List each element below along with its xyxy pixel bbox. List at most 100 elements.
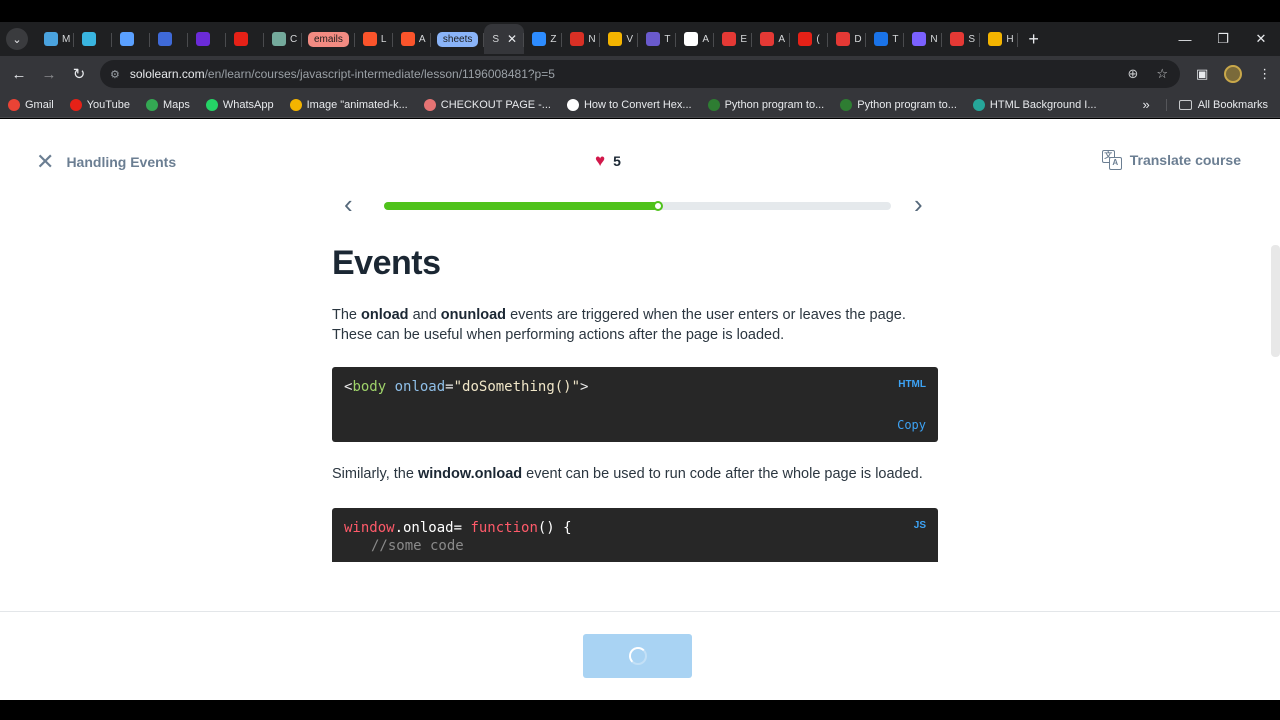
side-panel-icon[interactable]: ▣: [1196, 66, 1208, 82]
next-page-icon[interactable]: ›: [914, 191, 923, 217]
tab-strip: ⌄ M Cemails L Asheets S ✕ Z N V T A E A(D T N S H + — ❐ …: [0, 22, 1280, 56]
profile-avatar[interactable]: [1224, 65, 1243, 83]
copy-code-button[interactable]: Copy: [897, 418, 926, 432]
d-icon: [684, 32, 699, 46]
bookmark-label: How to Convert Hex...: [583, 98, 692, 111]
page-scrollbar[interactable]: [1271, 245, 1280, 357]
browser-tab[interactable]: D: [828, 24, 867, 54]
menu-icon[interactable]: ⋮: [1258, 66, 1271, 82]
previous-page-icon[interactable]: ‹: [344, 191, 353, 217]
bookmark-item[interactable]: Gmail: [8, 98, 54, 111]
lesson-section-title: Handling Events: [66, 154, 177, 170]
bookmark-item[interactable]: HTML Background I...: [972, 98, 1097, 111]
browser-tab[interactable]: S: [942, 24, 981, 54]
browser-tab[interactable]: V: [600, 24, 639, 54]
bookmark-item[interactable]: WhatsApp: [205, 98, 274, 111]
bookmark-favicon-icon: [707, 98, 720, 111]
opera-icon: [836, 32, 851, 46]
bookmark-item[interactable]: CHECKOUT PAGE -...: [423, 98, 551, 111]
tab-group-chip[interactable]: sheets: [436, 31, 479, 47]
bookmark-item[interactable]: YouTube: [69, 98, 130, 111]
back-icon[interactable]: ←: [4, 66, 34, 83]
all-bookmarks-button[interactable]: All Bookmarks: [1165, 98, 1268, 111]
bookmark-favicon-icon: [840, 98, 853, 111]
close-icon[interactable]: ✕: [36, 151, 54, 173]
hearts-count: 5: [613, 152, 621, 169]
tab-title: V: [626, 33, 634, 45]
lesson-footer: [0, 611, 1280, 700]
lesson-page: ✕ Handling Events ♥ 5 文A Translate cours…: [0, 119, 1280, 700]
minimize-icon[interactable]: —: [1166, 32, 1204, 47]
browser-tab[interactable]: S ✕: [484, 24, 525, 54]
close-window-icon[interactable]: ✕: [1242, 31, 1280, 47]
tab-title: S: [968, 33, 976, 45]
tab-group-chip[interactable]: emails: [308, 31, 349, 47]
bookmark-item[interactable]: How to Convert Hex...: [566, 98, 692, 111]
browser-tab[interactable]: T: [866, 24, 905, 54]
restore-icon[interactable]: ❐: [1204, 31, 1242, 47]
forward-icon[interactable]: →: [34, 66, 64, 83]
url-host: sololearn.com: [129, 67, 205, 81]
crown-icon: [158, 32, 172, 46]
hearts-counter[interactable]: ♥ 5: [595, 152, 621, 169]
browser-tab[interactable]: A: [393, 24, 431, 54]
continue-button[interactable]: [583, 634, 692, 678]
tabs-container: M Cemails L Asheets S ✕ Z N V T A E A(D T N S H: [36, 22, 1019, 56]
browser-tab[interactable]: C: [264, 24, 302, 54]
bottom-black-strip: [0, 700, 1280, 720]
bookmark-item[interactable]: Python program to...: [840, 98, 957, 111]
browser-tab[interactable]: [112, 24, 150, 54]
browser-tab[interactable]: H: [980, 24, 1019, 54]
browser-tab[interactable]: A: [752, 24, 791, 54]
reload-icon[interactable]: ↻: [64, 65, 94, 83]
tab-search-button[interactable]: ⌄: [6, 28, 28, 50]
more-bookmarks-button[interactable]: »: [1142, 97, 1149, 112]
address-bar[interactable]: ⚙ sololearn.com/en/learn/courses/javascr…: [100, 60, 1180, 88]
youtube-icon: [234, 32, 248, 46]
bookmark-star-icon[interactable]: ☆: [1156, 66, 1168, 82]
browser-tab[interactable]: [226, 24, 264, 54]
browser-tab[interactable]: Z: [524, 24, 563, 54]
bookmark-favicon-icon: [205, 98, 218, 111]
tab-title: A: [778, 33, 786, 45]
bookmark-item[interactable]: Maps: [145, 98, 190, 111]
close-tab-icon[interactable]: ✕: [507, 32, 517, 46]
browser-tab[interactable]: L: [355, 24, 393, 54]
drive-icon: [608, 32, 623, 46]
browser-tab[interactable]: T: [638, 24, 677, 54]
browser-tab[interactable]: M: [36, 24, 74, 54]
browser-tab[interactable]: A: [676, 24, 715, 54]
bookmark-item[interactable]: Image "animated-k...: [289, 98, 408, 111]
code-block-js: JS window.onload= function() { //some co…: [332, 508, 938, 562]
browser-tab[interactable]: emails: [302, 24, 355, 54]
translate-course-button[interactable]: 文A Translate course: [1101, 150, 1241, 170]
browser-tab[interactable]: [150, 24, 188, 54]
browser-tab[interactable]: [74, 24, 112, 54]
bookmark-label: HTML Background I...: [989, 98, 1097, 111]
bookmark-label: CHECKOUT PAGE -...: [440, 98, 551, 111]
zoom-icon[interactable]: ⊕: [1127, 66, 1138, 82]
bookmark-label: Gmail: [25, 98, 54, 111]
site-info-icon[interactable]: ⚙: [110, 68, 120, 81]
bookmark-label: Maps: [162, 98, 190, 111]
tab-title: Z: [550, 33, 557, 45]
browser-tab[interactable]: sheets: [431, 24, 485, 54]
bookmark-label: YouTube: [86, 98, 130, 111]
bookmark-item[interactable]: Python program to...: [707, 98, 824, 111]
code-line: window.onload= function() {: [344, 520, 572, 536]
lesson-title: Events: [332, 244, 441, 282]
youtube-icon: [798, 32, 813, 46]
browser-tab[interactable]: N: [904, 24, 943, 54]
new-tab-button[interactable]: +: [1028, 29, 1039, 50]
code-line: <body onload="doSomething()">: [344, 379, 589, 395]
browser-tab[interactable]: (: [790, 24, 829, 54]
co-icon: [950, 32, 965, 46]
browser-tab[interactable]: [188, 24, 226, 54]
browser-tab[interactable]: N: [562, 24, 601, 54]
chatgpt-icon: [272, 32, 286, 46]
globe-icon: [646, 32, 661, 46]
bookmark-favicon-icon: [289, 98, 302, 111]
c-icon: [874, 32, 889, 46]
close-lesson-button[interactable]: ✕ Handling Events: [36, 151, 176, 173]
browser-tab[interactable]: E: [714, 24, 753, 54]
